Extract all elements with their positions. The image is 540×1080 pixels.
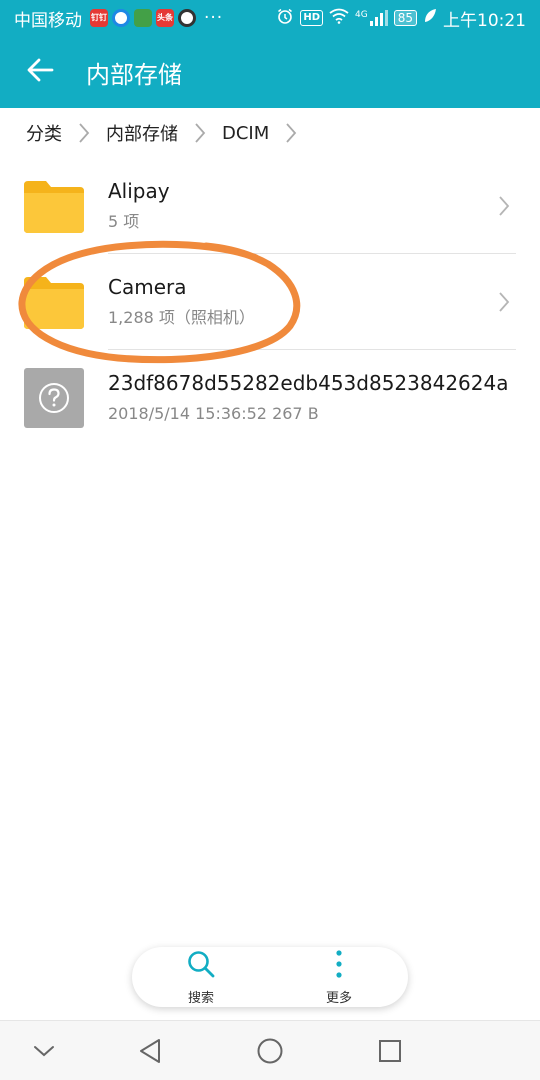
breadcrumb-item-category[interactable]: 分类 [24,120,64,146]
file-name: 23df8678d55282edb453d8523842624a [108,371,509,395]
unknown-file-icon [24,368,84,428]
signal-icon: 4G [355,10,388,26]
chevron-right-icon [72,121,96,145]
leaf-icon [423,8,437,29]
back-arrow-icon [25,55,55,89]
breadcrumb: 分类 内部存储 DCIM [0,108,540,158]
wifi-icon [329,8,349,29]
toutiao-app-icon: 头条 [156,9,174,27]
chevron-right-icon [279,121,303,145]
file-detail: 5 项 [108,212,140,231]
chevron-right-icon [188,121,212,145]
alarm-icon [276,7,294,30]
clock: 上午10:21 [443,10,526,31]
more-label: 更多 [325,990,352,1006]
video-app-icon [134,9,152,27]
more-notifications-icon: ··· [204,8,224,28]
app-notification-icon [112,9,130,27]
file-detail: 1,288 项（照相机） [108,308,255,327]
chevron-right-icon [492,194,516,218]
collapse-nav-button[interactable] [28,1035,60,1067]
file-name: Camera [108,275,187,299]
nav-recents-button[interactable] [374,1035,406,1067]
search-button[interactable]: 搜索 [146,949,256,1006]
folder-icon [24,176,84,236]
file-row-alipay[interactable]: Alipay 5 项 [0,158,540,254]
breadcrumb-item-dcim[interactable]: DCIM [220,123,271,144]
app-notification-icon [178,9,196,27]
folder-icon [24,272,84,332]
nav-back-button[interactable] [134,1035,166,1067]
hd-badge: HD [300,10,324,26]
file-name: Alipay [108,179,170,203]
file-detail: 2018/5/14 15:36:52 267 B [108,404,319,423]
app-bar: 内部存储 [0,36,540,108]
dingtalk-app-icon: 钉钉 [90,9,108,27]
carrier-label: 中国移动 [14,10,82,31]
file-list: Alipay 5 项 Camera 1,288 项（照相机） 23df8678d… [0,158,540,446]
bottom-action-bar: 搜索 更多 [132,947,408,1007]
search-label: 搜索 [187,990,214,1006]
chevron-right-icon [492,290,516,314]
more-vertical-icon [334,949,344,983]
back-button[interactable] [0,36,80,108]
breadcrumb-item-internal-storage[interactable]: 内部存储 [104,120,180,146]
battery-indicator: 85 [393,10,417,26]
more-button[interactable]: 更多 [284,949,394,1006]
status-bar: 中国移动 钉钉 头条 ··· HD 4G 85 上午10:21 [0,0,540,36]
system-nav-bar [0,1020,540,1080]
file-row-camera[interactable]: Camera 1,288 项（照相机） [0,254,540,350]
page-title: 内部存储 [86,60,182,89]
search-icon [186,949,216,983]
nav-home-button[interactable] [254,1035,286,1067]
file-row-unknown[interactable]: 23df8678d55282edb453d8523842624a 2018/5/… [0,350,540,446]
